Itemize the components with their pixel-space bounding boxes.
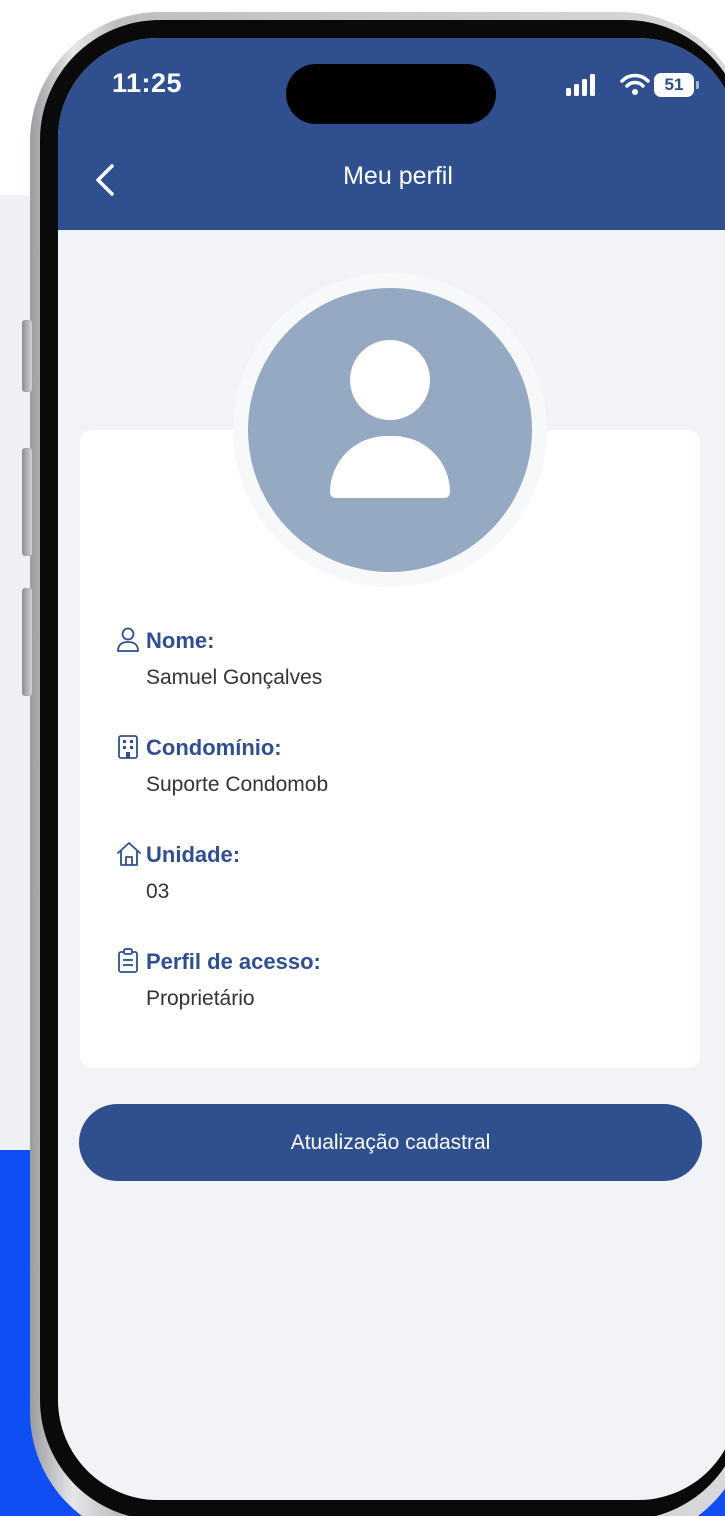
avatar-body — [330, 436, 450, 498]
phone-volume-up-button — [22, 448, 32, 556]
info-field-name: Nome: Samuel Gonçalves — [116, 626, 616, 690]
info-label: Perfil de acesso: — [116, 947, 616, 977]
info-field-access-profile: Perfil de acesso: Proprietário — [116, 947, 616, 1011]
status-icons: 51 — [566, 72, 706, 100]
unit-label: Unidade: — [146, 842, 241, 867]
phone-volume-down-button — [22, 588, 32, 696]
info-label: Unidade: — [116, 840, 616, 870]
avatar-head — [350, 340, 430, 420]
condominium-value: Suporte Condomob — [146, 773, 329, 796]
info-field-condominium: Condomínio: Suporte Condomob — [116, 733, 616, 797]
phone-screen: 11:25 51 Meu perfil Nome: Samuel Gonçalv… — [58, 38, 725, 1500]
clipboard-icon — [118, 948, 138, 973]
wifi-icon — [620, 73, 650, 95]
signal-bars-icon — [566, 74, 595, 96]
person-icon — [117, 627, 139, 652]
user-avatar-icon[interactable] — [248, 288, 532, 572]
page-title: Meu perfil — [343, 162, 453, 190]
app-header: 11:25 51 Meu perfil — [58, 38, 725, 230]
condominium-label: Condomínio: — [146, 735, 282, 760]
battery-tip — [696, 81, 699, 89]
access-profile-label: Perfil de acesso: — [146, 949, 321, 974]
name-value: Samuel Gonçalves — [146, 666, 323, 689]
info-field-unit: Unidade: 03 — [116, 840, 616, 904]
access-profile-value: Proprietário — [146, 987, 255, 1010]
update-registration-button[interactable]: Atualização cadastral — [79, 1104, 702, 1181]
dynamic-island — [286, 64, 496, 124]
info-label: Nome: — [116, 626, 616, 656]
home-icon — [117, 842, 141, 866]
info-label: Condomínio: — [116, 733, 616, 763]
unit-value: 03 — [146, 880, 170, 903]
status-time: 11:25 — [112, 68, 183, 98]
battery-indicator: 51 — [654, 73, 694, 97]
building-icon — [118, 735, 138, 759]
name-label: Nome: — [146, 628, 215, 653]
phone-action-button — [22, 320, 32, 392]
